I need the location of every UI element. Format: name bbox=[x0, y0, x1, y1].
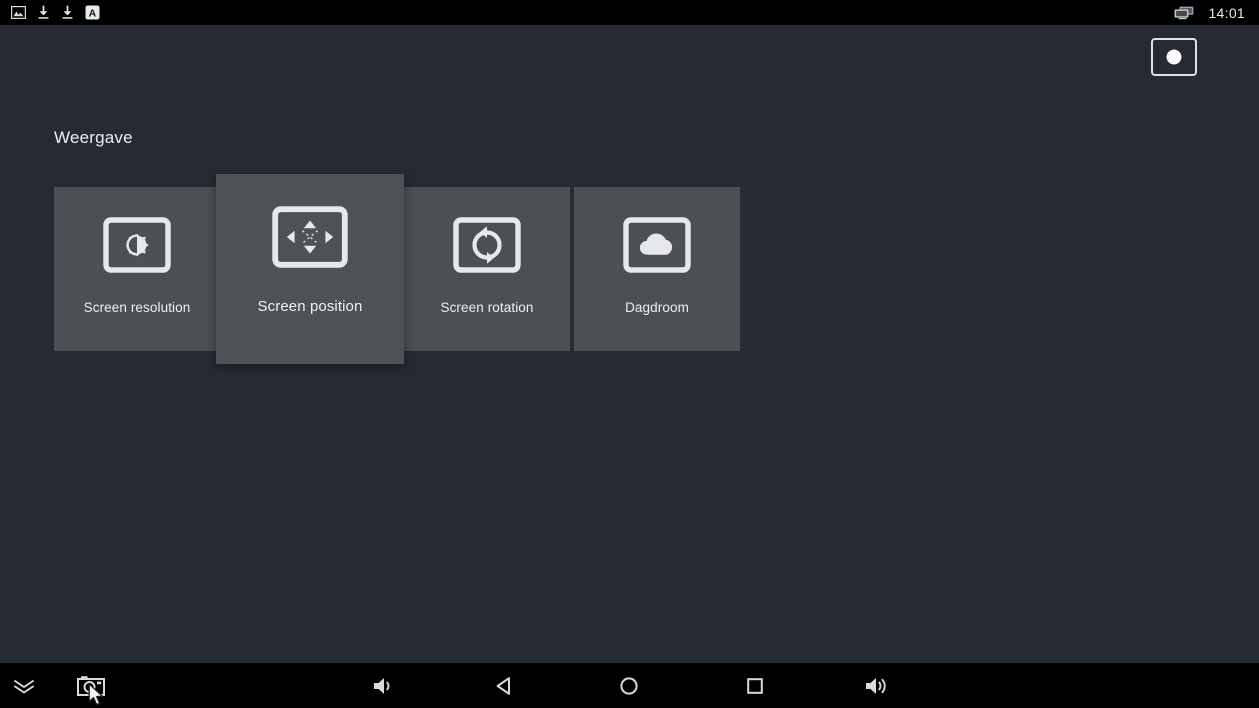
status-bar-right: 14:01 bbox=[1174, 5, 1259, 21]
brightness-icon bbox=[1162, 45, 1186, 69]
volume-down-icon bbox=[371, 675, 395, 697]
card-label: Screen rotation bbox=[440, 300, 534, 315]
triangle-left-icon bbox=[493, 675, 515, 697]
collapse-bar-button[interactable] bbox=[4, 663, 44, 708]
download-notification-icon-2 bbox=[61, 5, 74, 20]
download-notification-icon-1 bbox=[37, 5, 50, 20]
recents-button[interactable] bbox=[734, 663, 776, 708]
volume-up-button[interactable] bbox=[856, 663, 898, 708]
monitor-brightness-icon bbox=[103, 217, 171, 273]
home-button[interactable] bbox=[608, 663, 650, 708]
monitor-rotation-icon bbox=[453, 217, 521, 273]
card-screen-rotation[interactable]: Screen rotation bbox=[404, 187, 570, 351]
camera-icon bbox=[76, 674, 106, 698]
double-chevron-down-icon bbox=[12, 677, 36, 695]
brightness-button[interactable] bbox=[1151, 38, 1197, 76]
square-icon bbox=[744, 675, 766, 697]
settings-card-grid: Screen resolution Screen position Screen… bbox=[54, 165, 754, 375]
status-bar-left-icons: A bbox=[0, 5, 100, 20]
card-label: Screen position bbox=[257, 298, 363, 315]
back-button[interactable] bbox=[483, 663, 525, 708]
circle-icon bbox=[618, 675, 640, 697]
volume-down-button[interactable] bbox=[362, 663, 404, 708]
card-label: Dagdroom bbox=[625, 300, 689, 315]
status-bar-clock: 14:01 bbox=[1208, 4, 1245, 21]
svg-text:A: A bbox=[89, 7, 97, 19]
card-screen-resolution[interactable]: Screen resolution bbox=[54, 187, 220, 351]
monitor-arrows-icon bbox=[272, 206, 348, 268]
monitor-cloud-icon bbox=[623, 217, 691, 273]
android-settings-screen: A 14:01 Weergave Screen resolution Scree… bbox=[0, 0, 1259, 708]
status-bar: A 14:01 bbox=[0, 0, 1259, 25]
card-label: Screen resolution bbox=[83, 300, 191, 315]
volume-up-icon bbox=[864, 675, 890, 697]
input-method-indicator-icon: A bbox=[85, 5, 100, 20]
settings-content-area: Weergave Screen resolution Screen positi… bbox=[0, 25, 1259, 663]
navigation-bar bbox=[0, 663, 1259, 708]
card-screen-position[interactable]: Screen position bbox=[216, 174, 404, 364]
card-daydream[interactable]: Dagdroom bbox=[574, 187, 740, 351]
page-title: Weergave bbox=[54, 128, 133, 147]
image-notification-icon bbox=[10, 5, 27, 20]
ethernet-network-icon bbox=[1174, 6, 1194, 20]
screenshot-button[interactable] bbox=[70, 663, 112, 708]
